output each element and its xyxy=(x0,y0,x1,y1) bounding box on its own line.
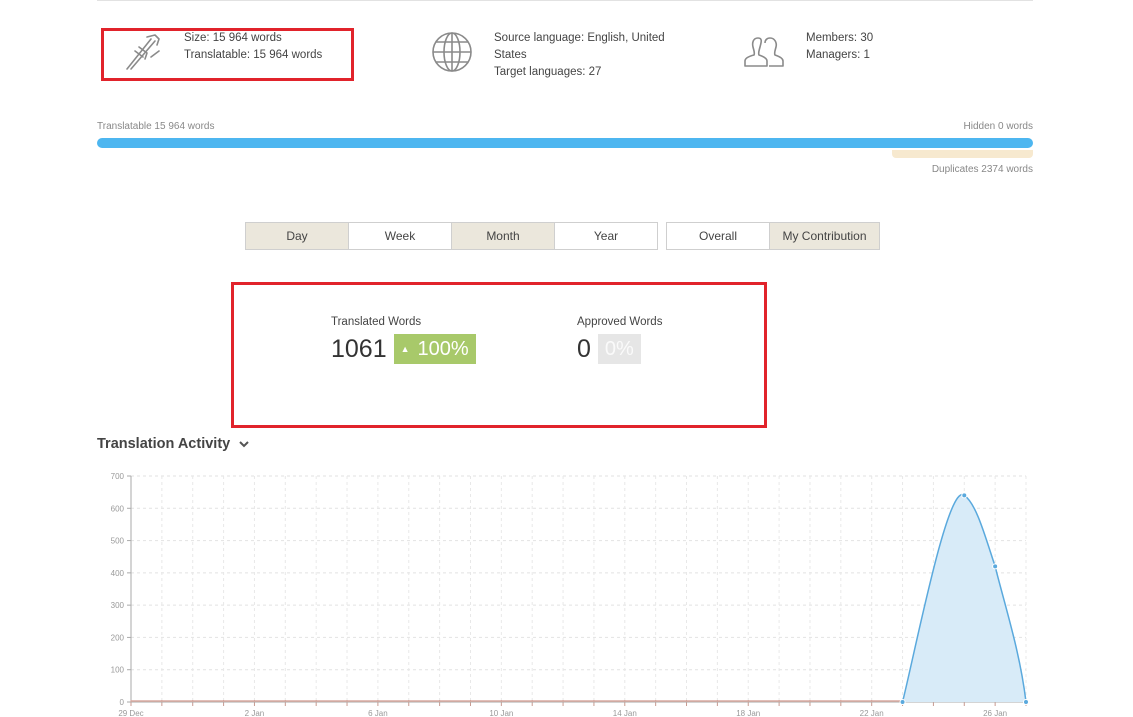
members-stat: Members: 30 Managers: 1 xyxy=(742,30,873,74)
x-tick-label: 14 Jan xyxy=(613,709,637,717)
translation-activity-dropdown[interactable]: Translation Activity xyxy=(97,436,250,452)
duplicates-label: Duplicates 2374 words xyxy=(931,164,1033,175)
period-week-button[interactable]: Week xyxy=(348,222,452,250)
metrics-highlight-frame xyxy=(231,282,767,428)
language-stat: Source language: English, United States … xyxy=(430,30,690,81)
target-languages-text: Target languages: 27 xyxy=(494,66,602,78)
translation-activity-title: Translation Activity xyxy=(97,436,231,452)
y-tick-label: 200 xyxy=(111,633,125,642)
y-axis: 0 100 200 300 400 500 600 700 xyxy=(111,472,132,707)
activity-data-point xyxy=(1023,699,1029,705)
scope-overall-button[interactable]: Overall xyxy=(666,222,770,250)
top-divider xyxy=(97,0,1033,1)
x-tick-label: 22 Jan xyxy=(860,709,884,717)
managers-text: Managers: 1 xyxy=(806,49,870,61)
y-tick-label: 0 xyxy=(120,698,125,707)
y-tick-label: 300 xyxy=(111,601,125,610)
chart-grid xyxy=(130,475,1027,703)
period-month-button[interactable]: Month xyxy=(451,222,555,250)
users-icon xyxy=(742,30,786,74)
size-highlight-frame xyxy=(101,28,354,81)
translatable-progress-label: Translatable 15 964 words xyxy=(97,121,215,132)
y-tick-label: 400 xyxy=(111,569,125,578)
x-tick-label: 18 Jan xyxy=(736,709,760,717)
x-tick-label: 2 Jan xyxy=(245,709,265,717)
y-tick-label: 700 xyxy=(111,472,125,481)
chevron-down-icon xyxy=(239,441,249,448)
globe-icon xyxy=(430,30,474,74)
scope-selector: Overall My Contribution xyxy=(666,222,880,250)
period-day-button[interactable]: Day xyxy=(245,222,349,250)
translatable-progress-bar xyxy=(97,138,1033,148)
activity-area-fill xyxy=(902,494,1026,702)
hidden-words-label: Hidden 0 words xyxy=(963,121,1033,132)
y-tick-label: 500 xyxy=(111,537,125,546)
x-tick-label: 10 Jan xyxy=(489,709,513,717)
x-tick-label: 29 Dec xyxy=(118,709,143,717)
members-text: Members: 30 xyxy=(806,32,874,44)
period-year-button[interactable]: Year xyxy=(554,222,658,250)
duplicates-bar xyxy=(892,150,1033,158)
activity-data-point xyxy=(899,699,906,705)
scope-my-contribution-button[interactable]: My Contribution xyxy=(769,222,880,250)
x-axis: 29 Dec 2 Jan 6 Jan 10 Jan 14 Jan 18 Jan 22 Jan… xyxy=(118,700,1027,717)
chart-series xyxy=(131,492,1029,705)
activity-data-point xyxy=(961,492,968,499)
x-tick-label: 6 Jan xyxy=(368,709,388,717)
translation-activity-chart: 0 100 200 300 400 500 600 700 29 Dec 2 Jan 6 Jan 1… xyxy=(111,472,1029,717)
y-tick-label: 100 xyxy=(111,666,125,675)
y-tick-label: 600 xyxy=(111,504,125,513)
activity-data-point xyxy=(992,563,999,570)
source-language-text: Source language: English, United States xyxy=(494,32,665,61)
x-tick-label: 26 Jan xyxy=(983,709,1007,717)
period-selector: Day Week Month Year xyxy=(245,222,658,250)
